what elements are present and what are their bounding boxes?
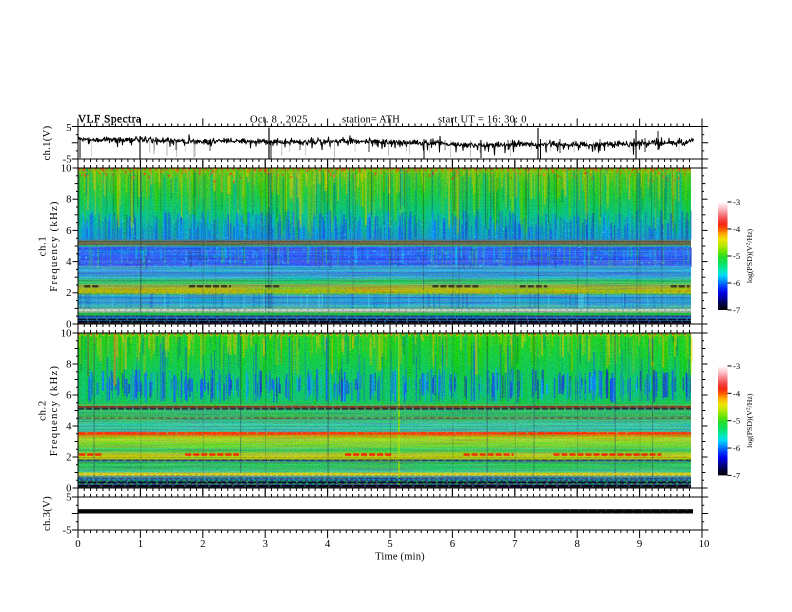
svg-text:3: 3 — [262, 538, 267, 550]
svg-text:station= ATH: station= ATH — [342, 115, 400, 126]
svg-text:2: 2 — [66, 451, 71, 463]
svg-text:5: 5 — [66, 122, 71, 134]
svg-text:Frequency (kHz): Frequency (kHz) — [48, 365, 60, 456]
svg-text:-3: -3 — [733, 197, 740, 207]
svg-text:-7: -7 — [733, 305, 740, 315]
svg-text:ch.2: ch.2 — [37, 400, 49, 421]
svg-text:5: 5 — [66, 491, 71, 503]
svg-text:4: 4 — [325, 538, 331, 550]
svg-text:6: 6 — [66, 389, 72, 401]
svg-text:VLF Spectra: VLF Spectra — [78, 114, 142, 126]
svg-text:Oct. 8 , 2025: Oct. 8 , 2025 — [250, 115, 308, 126]
svg-text:8: 8 — [574, 538, 579, 550]
svg-text:4: 4 — [66, 256, 72, 268]
svg-text:ch.1(V): ch.1(V) — [41, 125, 53, 160]
svg-text:1: 1 — [138, 538, 143, 550]
svg-text:4: 4 — [66, 420, 72, 432]
svg-text:-6: -6 — [733, 278, 740, 288]
svg-text:-7: -7 — [733, 470, 740, 480]
svg-text:8: 8 — [66, 194, 71, 206]
svg-text:8: 8 — [66, 358, 71, 370]
svg-text:Frequency (kHz): Frequency (kHz) — [48, 200, 60, 291]
svg-text:log(PSD)(V2/Hz): log(PSD)(V2/Hz) — [745, 228, 754, 283]
svg-text:7: 7 — [512, 538, 518, 550]
svg-text:-6: -6 — [733, 443, 740, 453]
svg-text:-4: -4 — [733, 388, 741, 398]
svg-text:0: 0 — [75, 538, 80, 550]
svg-text:9: 9 — [637, 538, 642, 550]
svg-text:6: 6 — [450, 538, 456, 550]
svg-text:-5: -5 — [733, 416, 740, 426]
svg-text:2: 2 — [200, 538, 205, 550]
svg-text:-5: -5 — [63, 524, 72, 536]
svg-text:-3: -3 — [733, 361, 740, 371]
svg-text:ch.1: ch.1 — [37, 236, 49, 257]
svg-text:Time (min): Time (min) — [375, 552, 425, 563]
svg-text:10: 10 — [699, 538, 710, 550]
svg-text:10: 10 — [61, 327, 72, 339]
svg-text:2: 2 — [66, 287, 71, 299]
svg-text:log(PSD)(V2/Hz): log(PSD)(V2/Hz) — [745, 393, 754, 448]
svg-text:-5: -5 — [733, 251, 740, 261]
svg-text:-4: -4 — [733, 224, 741, 234]
svg-text:start UT = 16: 30: 0: start UT = 16: 30: 0 — [438, 115, 527, 126]
svg-text:ch.3(V): ch.3(V) — [41, 496, 53, 531]
svg-text:10: 10 — [61, 162, 72, 174]
svg-text:6: 6 — [66, 225, 72, 237]
svg-text:5: 5 — [387, 538, 392, 550]
